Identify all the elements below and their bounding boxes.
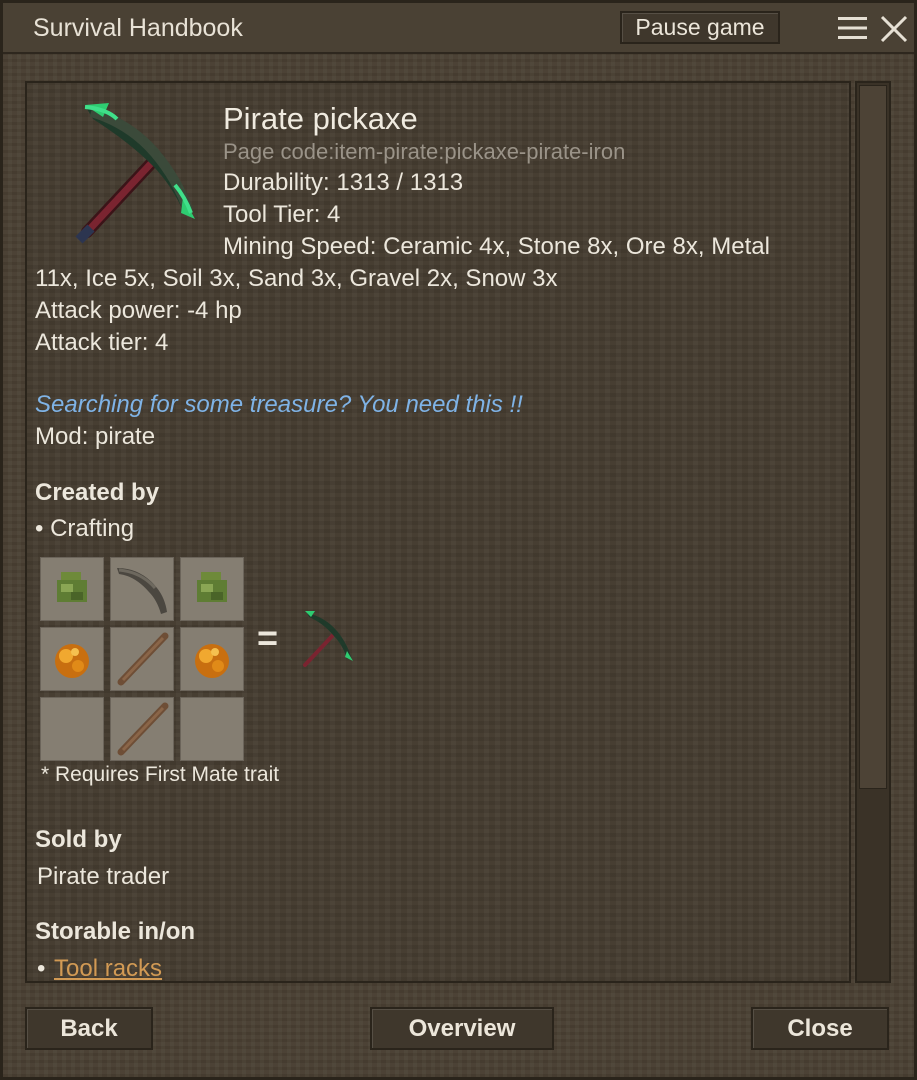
pause-game-button[interactable]: Pause game <box>620 11 780 44</box>
grid-slot[interactable] <box>40 627 104 691</box>
mining-speed-text-continued: 11x, Ice 5x, Soil 3x, Sand 3x, Gravel 2x… <box>35 265 558 292</box>
created-by-heading: Created by <box>35 479 160 506</box>
back-button[interactable]: Back <box>25 1007 153 1050</box>
grid-slot[interactable] <box>110 697 174 761</box>
menu-icon[interactable] <box>838 16 867 40</box>
green-resin-icon <box>57 572 87 602</box>
item-title: Pirate pickaxe <box>223 101 418 136</box>
crafting-method: • Crafting <box>35 515 135 542</box>
tool-racks-link[interactable]: Tool racks <box>54 955 162 981</box>
pickaxe-icon[interactable] <box>293 607 357 671</box>
grid-slot-empty[interactable] <box>40 697 104 761</box>
sold-by-heading: Sold by <box>35 826 122 853</box>
tool-tier-text: Tool Tier: 4 <box>223 201 341 228</box>
mining-speed-text: Mining Speed: Ceramic 4x, Stone 8x, Ore … <box>223 233 770 260</box>
list-bullet: • <box>37 955 46 982</box>
grid-slot[interactable] <box>180 557 244 621</box>
scrollbar-thumb[interactable] <box>859 85 887 789</box>
trait-requirement-note: * Requires First Mate trait <box>41 763 280 786</box>
green-resin-icon <box>197 572 227 602</box>
stick-icon <box>117 702 169 756</box>
crafting-grid <box>40 557 248 763</box>
pickaxe-icon <box>75 103 195 244</box>
title-bar[interactable]: Survival Handbook Pause game <box>3 3 914 54</box>
grid-slot[interactable] <box>180 627 244 691</box>
stick-icon <box>117 632 169 686</box>
durability-text: Durability: 1313 / 1313 <box>223 169 464 196</box>
overview-button[interactable]: Overview <box>370 1007 554 1050</box>
mod-text: Mod: pirate <box>35 423 156 450</box>
grid-slot[interactable] <box>40 557 104 621</box>
flavor-text: Searching for some treasure? You need th… <box>35 391 523 418</box>
close-icon[interactable] <box>880 15 908 43</box>
page-code: Page code:item-pirate:pickaxe-pirate-iro… <box>223 139 626 164</box>
pickaxe-head-icon <box>117 568 167 614</box>
window-title: Survival Handbook <box>33 14 243 42</box>
amber-ore-icon <box>195 644 229 678</box>
grid-slot[interactable] <box>110 627 174 691</box>
attack-power-text: Attack power: -4 hp <box>35 297 242 324</box>
close-button[interactable]: Close <box>751 1007 889 1050</box>
amber-ore-icon <box>55 644 89 678</box>
attack-tier-text: Attack tier: 4 <box>35 329 169 356</box>
grid-slot-empty[interactable] <box>180 697 244 761</box>
scrollbar[interactable] <box>855 81 891 983</box>
handbook-window: Survival Handbook Pause game Pirate pick… <box>0 0 917 1080</box>
equals-sign: = <box>257 617 279 658</box>
sold-by-trader: Pirate trader <box>37 863 170 890</box>
storable-heading: Storable in/on <box>35 918 196 945</box>
grid-slot[interactable] <box>110 557 174 621</box>
handbook-page: Pirate pickaxe Page code:item-pirate:pic… <box>25 81 851 983</box>
